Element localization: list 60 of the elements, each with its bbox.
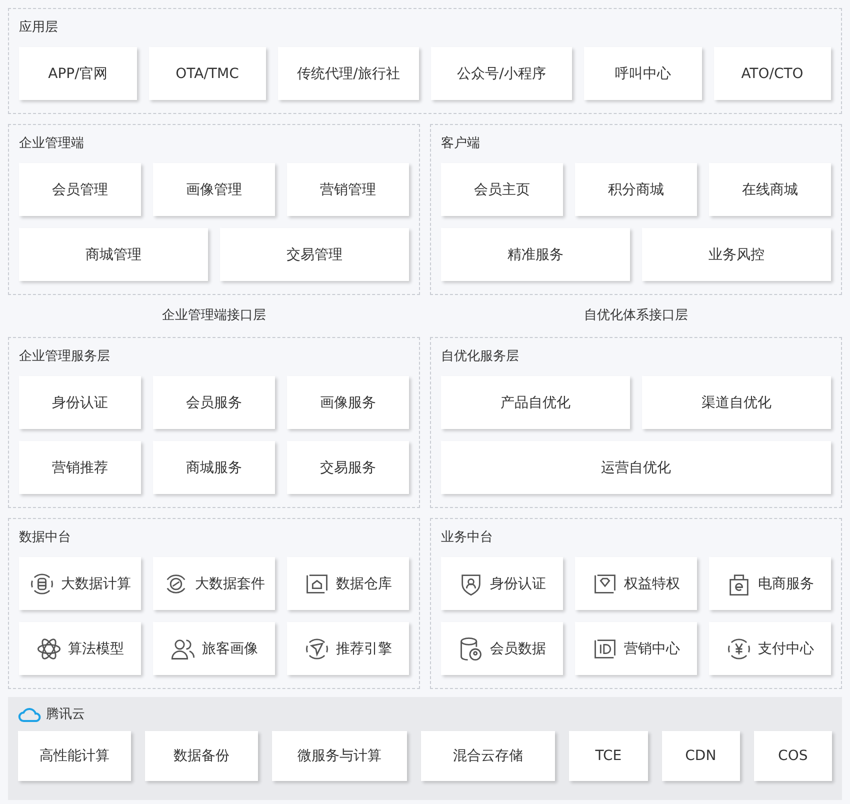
- section-title: 自优化服务层: [441, 348, 520, 366]
- module-label: 运营自优化: [601, 458, 671, 476]
- module-label: 微服务与计算: [297, 747, 382, 765]
- module-label: 身份认证: [52, 394, 108, 412]
- module-label: 画像管理: [186, 180, 242, 198]
- module-label: ATO/CTO: [741, 66, 804, 82]
- module-label: 产品自优化: [500, 394, 570, 412]
- module-label: 公众号/小程序: [457, 64, 546, 82]
- module-label: 业务风控: [708, 246, 764, 264]
- module-label: 精准服务: [508, 246, 564, 264]
- section-title: 腾讯云: [46, 706, 85, 723]
- module-label: 会员管理: [52, 180, 108, 198]
- module-label: 电商服务: [758, 574, 814, 592]
- module-label: 商城管理: [86, 246, 142, 264]
- interface-layer-label: 自优化体系接口层: [584, 308, 688, 323]
- database-user-icon: [458, 636, 484, 662]
- module-label: 算法模型: [68, 640, 124, 658]
- yen-icon: [726, 636, 752, 662]
- module-label: 旅客画像: [202, 640, 258, 658]
- module-label: 数据仓库: [336, 574, 392, 592]
- section-title: 客户端: [441, 135, 481, 153]
- module-label: 营销管理: [320, 180, 376, 198]
- module-label: 大数据套件: [195, 574, 265, 592]
- atom-icon: [36, 636, 62, 662]
- module-label: 权益特权: [624, 574, 680, 592]
- module-label: 在线商城: [742, 180, 798, 198]
- module-label: CDN: [685, 748, 716, 764]
- module-label: 支付中心: [758, 640, 814, 658]
- module-label: 混合云存储: [452, 747, 523, 765]
- section-title: 应用层: [19, 19, 59, 37]
- send-icon: [304, 636, 330, 662]
- module-label: 交易管理: [286, 246, 342, 264]
- module-label: 交易服务: [320, 458, 376, 476]
- module-label: 传统代理/旅行社: [297, 64, 400, 82]
- module-label: 画像服务: [320, 394, 376, 412]
- module-label: 会员数据: [490, 640, 546, 658]
- module-label: 大数据计算: [61, 574, 131, 592]
- section-title: 业务中台: [441, 529, 494, 547]
- module-label: 积分商城: [608, 180, 664, 198]
- module-label: 会员服务: [186, 394, 242, 412]
- module-label: 商城服务: [186, 458, 242, 476]
- section-title: 企业管理服务层: [19, 348, 111, 366]
- cloud-icon: [18, 706, 42, 722]
- module-label: TCE: [595, 748, 622, 764]
- module-label: OTA/TMC: [176, 66, 239, 82]
- interface-layer-label: 企业管理端接口层: [162, 308, 266, 323]
- module-label: 推荐引擎: [336, 640, 392, 658]
- module-label: 营销中心: [624, 640, 680, 658]
- module-label: 身份认证: [490, 574, 546, 592]
- database-icon: [29, 570, 55, 596]
- module-label: 渠道自优化: [702, 394, 772, 412]
- section-title: 企业管理端: [19, 135, 85, 153]
- module-label: 营销推荐: [52, 458, 108, 476]
- module-label: APP/官网: [48, 64, 108, 82]
- module-label: 会员主页: [474, 180, 530, 198]
- module-label: 高性能计算: [39, 747, 110, 765]
- module-label: 呼叫中心: [614, 64, 671, 82]
- module-label: 数据备份: [173, 747, 230, 765]
- module-label: COS: [778, 748, 808, 764]
- section-title: 数据中台: [19, 529, 72, 547]
